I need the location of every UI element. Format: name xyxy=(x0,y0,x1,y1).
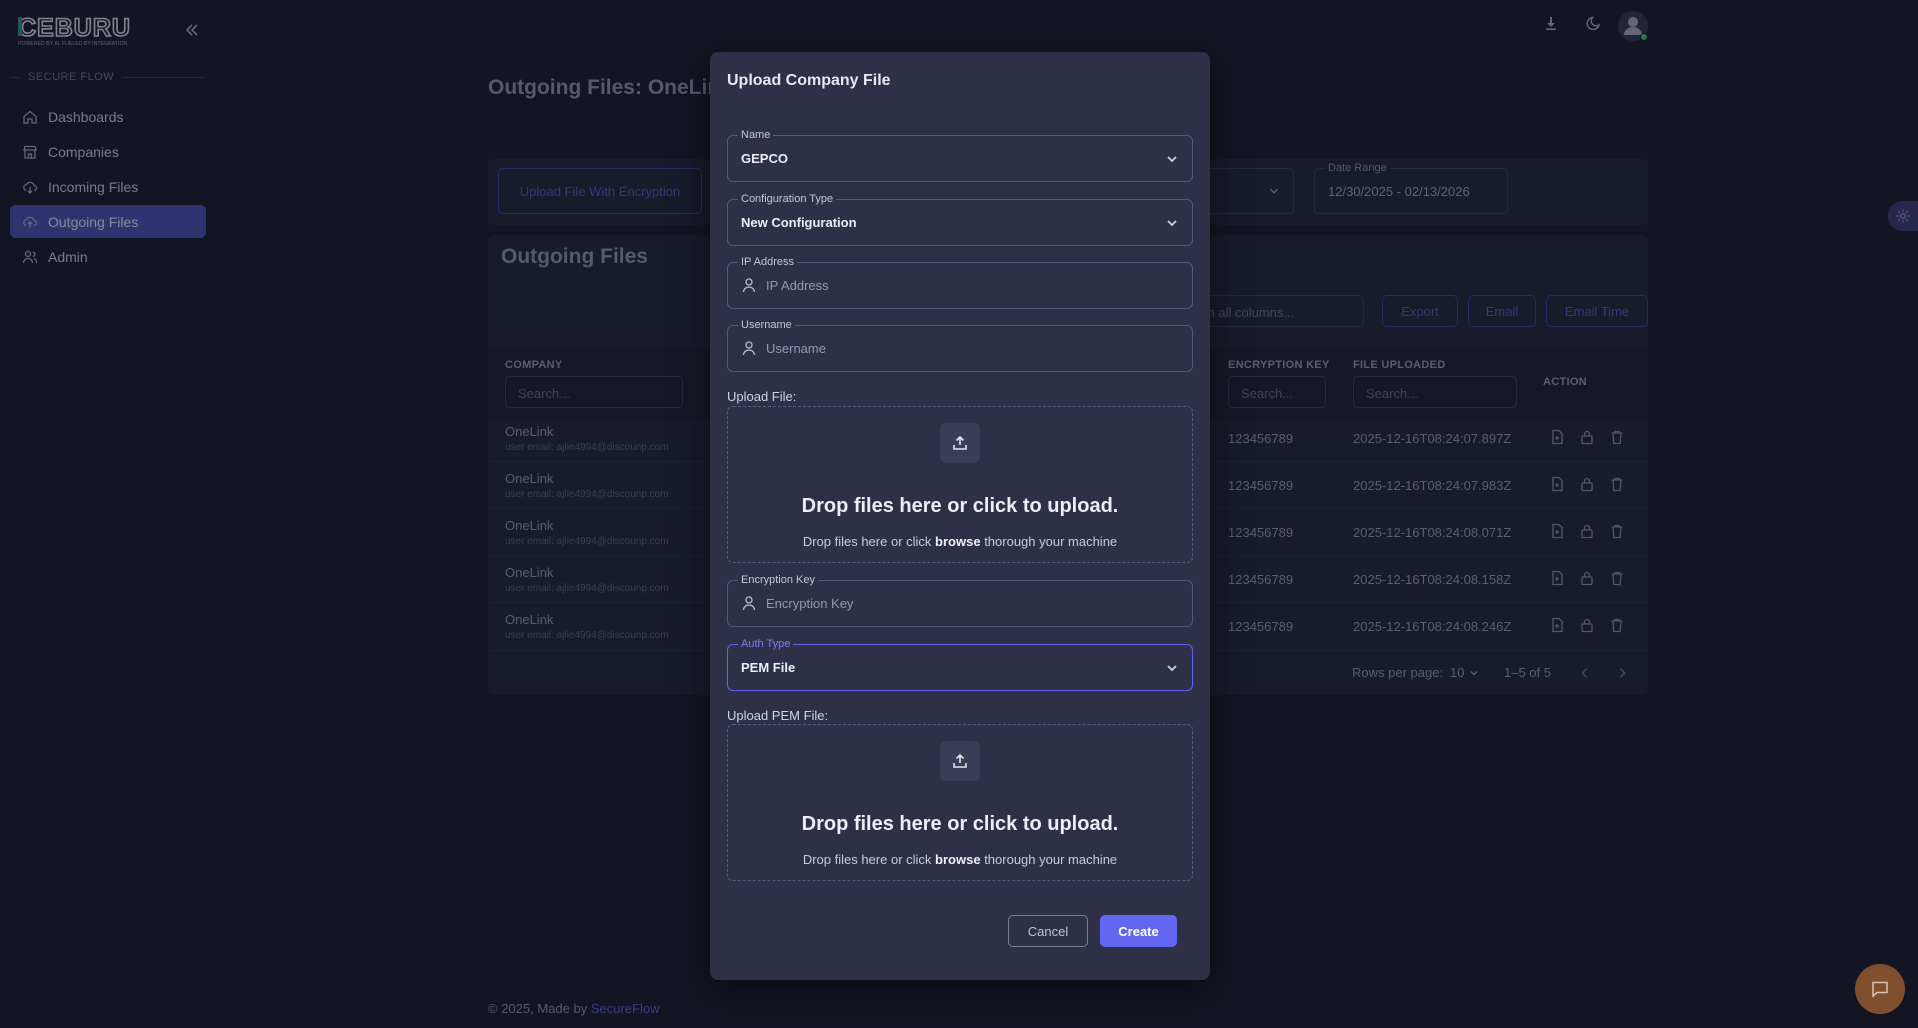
dropzone-subtitle: Drop files here or click browse thorough… xyxy=(802,534,1118,549)
browse-link[interactable]: browse xyxy=(935,852,981,867)
upload-icon xyxy=(953,753,967,768)
upload-icon-box xyxy=(940,741,980,781)
ip-address-label: IP Address xyxy=(738,255,797,269)
name-select[interactable]: Name GEPCO xyxy=(727,128,1193,182)
name-value: GEPCO xyxy=(741,151,788,166)
ip-address-placeholder: IP Address xyxy=(766,278,829,293)
username-label: Username xyxy=(738,318,795,332)
dropzone-subtitle: Drop files here or click browse thorough… xyxy=(802,852,1118,867)
upload-icon-box xyxy=(940,423,980,463)
configuration-type-label: Configuration Type xyxy=(738,192,837,206)
dialog-title: Upload Company File xyxy=(727,72,891,89)
dropzone-title: Drop files here or click to upload. xyxy=(801,813,1119,835)
username-placeholder: Username xyxy=(766,341,826,356)
auth-type-label: Auth Type xyxy=(738,637,794,651)
username-field[interactable]: Username Username xyxy=(727,318,1193,372)
browse-link[interactable]: browse xyxy=(935,534,981,549)
encryption-key-label: Encryption Key xyxy=(738,573,818,587)
create-button[interactable]: Create xyxy=(1100,915,1177,947)
configuration-type-select[interactable]: Configuration Type New Configuration xyxy=(727,192,1193,246)
upload-pem-file-dropzone[interactable]: Drop files here or click to upload. Drop… xyxy=(727,724,1193,881)
chat-icon xyxy=(1872,981,1888,998)
upload-icon xyxy=(953,435,967,450)
ip-address-field[interactable]: IP Address IP Address xyxy=(727,255,1193,309)
chevron-down-icon xyxy=(1167,665,1177,672)
encryption-key-field[interactable]: Encryption Key Encryption Key xyxy=(727,573,1193,627)
upload-file-dropzone[interactable]: Drop files here or click to upload. Drop… xyxy=(727,406,1193,563)
upload-pem-file-label: Upload PEM File: xyxy=(727,708,829,723)
chat-button[interactable] xyxy=(1855,964,1905,1014)
chevron-down-icon xyxy=(1167,156,1177,163)
user-icon xyxy=(742,278,756,293)
upload-file-label: Upload File: xyxy=(727,389,797,404)
configuration-type-value: New Configuration xyxy=(741,215,857,230)
user-icon xyxy=(742,341,756,356)
cancel-button[interactable]: Cancel xyxy=(1008,915,1088,947)
user-icon xyxy=(742,596,756,611)
upload-company-file-dialog: Upload Company File Name GEPCO Configura… xyxy=(710,52,1210,980)
auth-type-select[interactable]: Auth Type PEM File xyxy=(727,637,1193,691)
encryption-key-placeholder: Encryption Key xyxy=(766,596,854,611)
auth-type-value: PEM File xyxy=(741,660,796,675)
dropzone-title: Drop files here or click to upload. xyxy=(801,495,1119,517)
chevron-down-icon xyxy=(1167,220,1177,227)
name-label: Name xyxy=(738,128,774,142)
